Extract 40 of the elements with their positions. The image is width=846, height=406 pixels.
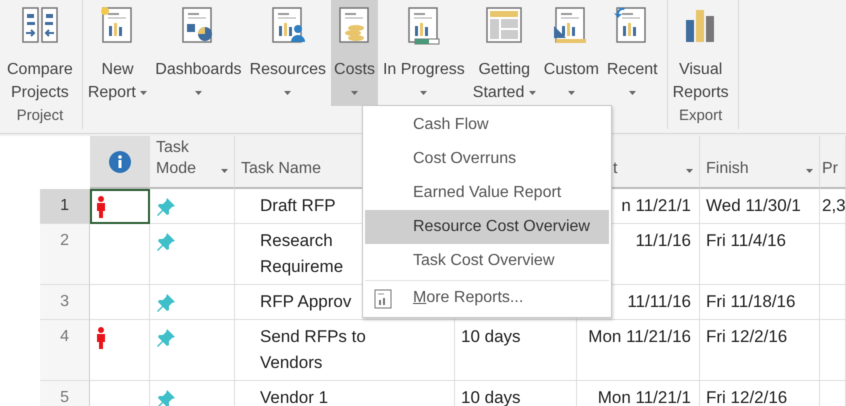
table-cell: Mon 11/21/16 (577, 320, 700, 381)
table-cell: Send RFPs to Vendors (235, 320, 455, 381)
row-number: 5 (40, 381, 90, 406)
table-cell: Fri 12/2/16 (700, 320, 820, 381)
row-number: 3 (40, 285, 90, 320)
compare-documents-icon (20, 6, 59, 46)
group-label: Export (678, 107, 724, 126)
menu-item[interactable]: More Reports... (365, 280, 609, 315)
ribbon-button[interactable]: Getting Started (470, 0, 539, 106)
table-cell: Fri 11/4/16 (700, 224, 820, 285)
ribbon-button[interactable]: Recent (604, 0, 661, 106)
layout-icon (485, 6, 524, 46)
menu-item[interactable]: Resource Cost Overview (365, 210, 609, 244)
table-cell (820, 285, 846, 320)
ribbon-button[interactable]: Costs (331, 0, 378, 106)
ribbon-button[interactable]: Resources (246, 0, 330, 106)
ribbon-button[interactable]: Custom (540, 0, 602, 106)
group-label: Project (16, 107, 64, 126)
table-cell: Vendor 1 (235, 381, 455, 406)
table-cell (820, 224, 846, 285)
ribbon-button[interactable]: Visual Reports (670, 0, 732, 106)
table-cell: Mon 11/21/1 (577, 381, 700, 406)
report-icon (374, 289, 392, 309)
column-header: Task Mode (150, 136, 235, 189)
table-cell: 10 days (455, 320, 577, 381)
ribbon-button[interactable]: New Report (84, 0, 150, 106)
ribbon-button[interactable]: Compare Projects (4, 0, 76, 106)
column-header: Finish (700, 136, 820, 189)
table-cell: 2,3 (820, 189, 846, 224)
row-number: 1 (40, 189, 90, 224)
info-icon (108, 150, 130, 172)
column-header: Pr (820, 136, 846, 189)
table-cell (820, 320, 846, 381)
ribbon-button[interactable]: Dashboards (152, 0, 245, 106)
table-cell: Fri 11/18/16 (700, 285, 820, 320)
table-cell: Fri 12/2/16 (700, 381, 820, 406)
table-cell: Wed 11/30/1 (700, 189, 820, 224)
row-number: 4 (40, 320, 90, 381)
row-number: 2 (40, 224, 90, 285)
ribbon-button[interactable]: In Progress (380, 0, 468, 106)
